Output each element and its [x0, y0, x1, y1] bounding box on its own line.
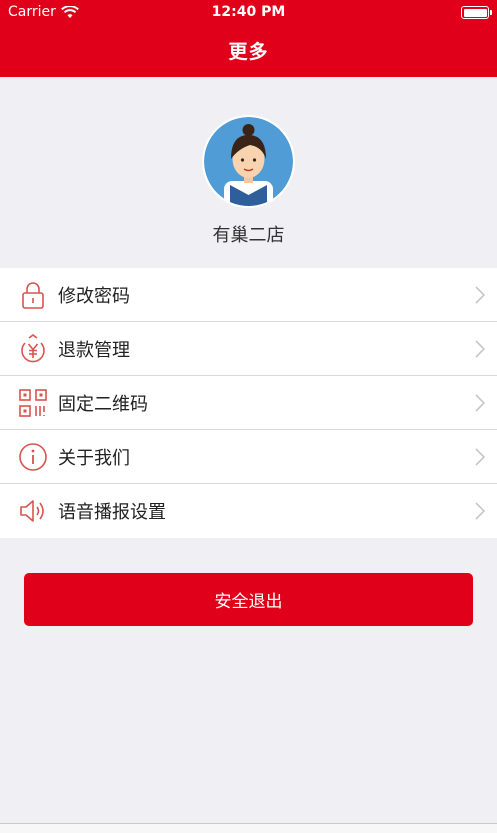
menu-item-label: 语音播报设置: [58, 502, 166, 523]
header: Carrier 12:40 PM 更多: [0, 0, 497, 77]
clock: 12:40 PM: [211, 4, 286, 20]
speaker-icon: [20, 500, 44, 522]
menu-item-label: 固定二维码: [58, 393, 148, 415]
chevron-right-icon: [475, 394, 485, 412]
chevron-right-icon: [475, 340, 485, 358]
logout-button[interactable]: 安全退出: [24, 573, 473, 626]
menu-item-about-us[interactable]: 关于我们: [0, 430, 497, 484]
menu-item-voice-broadcast-settings[interactable]: 语音播报设置: [0, 484, 497, 538]
menu-item-label: 退款管理: [58, 339, 130, 361]
menu-item-fixed-qrcode[interactable]: 固定二维码: [0, 376, 497, 430]
store-name: 有巢二店: [212, 225, 285, 246]
menu-item-refund-management[interactable]: 退款管理: [0, 322, 497, 376]
avatar[interactable]: [202, 115, 295, 208]
battery-icon: [461, 6, 492, 19]
avatar-image: [204, 117, 293, 206]
tab-bar: [0, 823, 497, 833]
menu-item-label: 修改密码: [58, 285, 130, 307]
chevron-right-icon: [475, 502, 485, 520]
refund-icon: [21, 334, 45, 363]
chevron-right-icon: [475, 286, 485, 304]
menu-item-change-password[interactable]: 修改密码: [0, 268, 497, 322]
info-icon: [19, 443, 47, 471]
status-bar: Carrier 12:40 PM: [0, 0, 497, 24]
lock-icon: [22, 282, 44, 309]
settings-menu: 修改密码 退款管理 固定二维码 关于我们 语音播报设置: [0, 268, 497, 538]
page-title: 更多: [228, 41, 269, 63]
chevron-right-icon: [475, 448, 485, 466]
qrcode-icon: [19, 389, 47, 417]
menu-item-label: 关于我们: [58, 447, 130, 469]
